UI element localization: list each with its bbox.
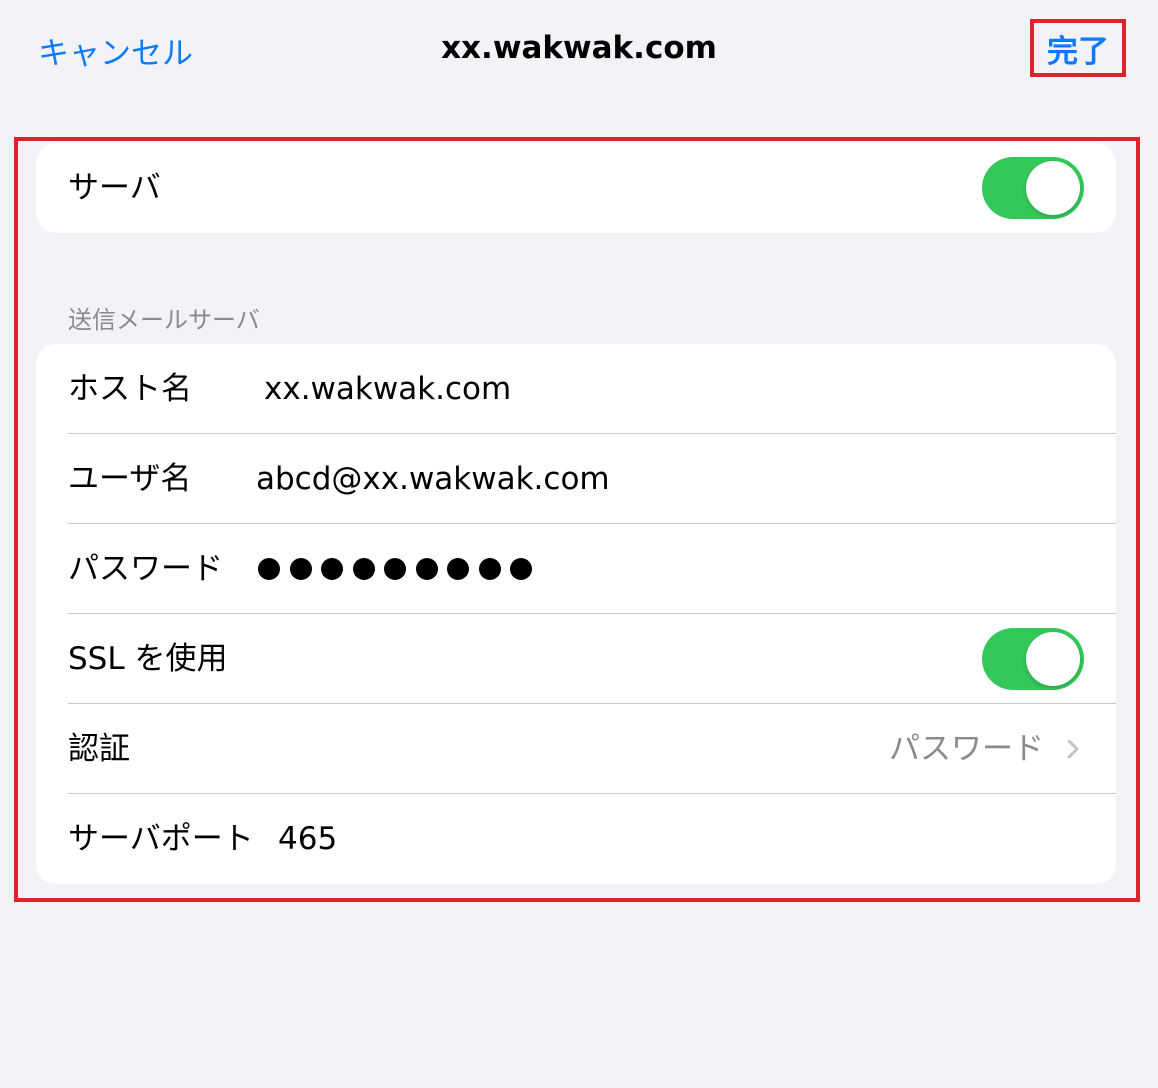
ssl-row: SSL を使用: [36, 614, 1116, 704]
chevron-right-icon: [1067, 740, 1079, 758]
bullet-dot-icon: [447, 558, 469, 580]
auth-row[interactable]: 認証 パスワード: [36, 704, 1116, 794]
port-label: サーバポート: [68, 821, 254, 857]
section-header-smtp: 送信メールサーバ: [68, 306, 260, 334]
page-title: xx.wakwak.com: [441, 30, 717, 66]
host-field[interactable]: xx.wakwak.com: [264, 344, 511, 434]
ssl-toggle[interactable]: [982, 628, 1084, 690]
bullet-dot-icon: [384, 558, 406, 580]
done-button-label: 完了: [1047, 33, 1109, 70]
port-field[interactable]: 465: [278, 794, 337, 884]
password-row[interactable]: パスワード: [36, 524, 1116, 614]
password-field[interactable]: [258, 524, 542, 614]
ssl-label: SSL を使用: [68, 641, 228, 677]
bullet-dot-icon: [352, 558, 375, 580]
username-field[interactable]: abcd@xx.wakwak.com: [256, 434, 610, 524]
bullet-dot-icon: [415, 558, 438, 580]
bullet-dot-icon: [478, 558, 501, 580]
port-row[interactable]: サーバポート 465: [36, 794, 1116, 884]
server-toggle[interactable]: [982, 157, 1084, 219]
host-label: ホスト名: [68, 371, 192, 407]
bullet-dot-icon: [289, 558, 312, 580]
auth-label: 認証: [68, 731, 130, 767]
toggle-knob: [1026, 161, 1080, 215]
password-label: パスワード: [68, 551, 223, 587]
user-row[interactable]: ユーザ名 abcd@xx.wakwak.com: [36, 434, 1116, 524]
bullet-dot-icon: [321, 558, 343, 580]
server-row: サーバ: [36, 143, 1116, 233]
done-button[interactable]: 完了: [1030, 19, 1126, 77]
smtp-card: ホスト名 xx.wakwak.com ユーザ名 abcd@xx.wakwak.c…: [36, 344, 1116, 884]
server-label: サーバ: [68, 170, 161, 206]
user-label: ユーザ名: [68, 461, 192, 497]
bullet-dot-icon: [258, 558, 280, 580]
host-row[interactable]: ホスト名 xx.wakwak.com: [36, 344, 1116, 434]
bullet-dot-icon: [510, 558, 532, 580]
server-card: サーバ: [36, 143, 1116, 233]
auth-value: パスワード: [889, 731, 1044, 767]
toggle-knob: [1026, 632, 1080, 686]
